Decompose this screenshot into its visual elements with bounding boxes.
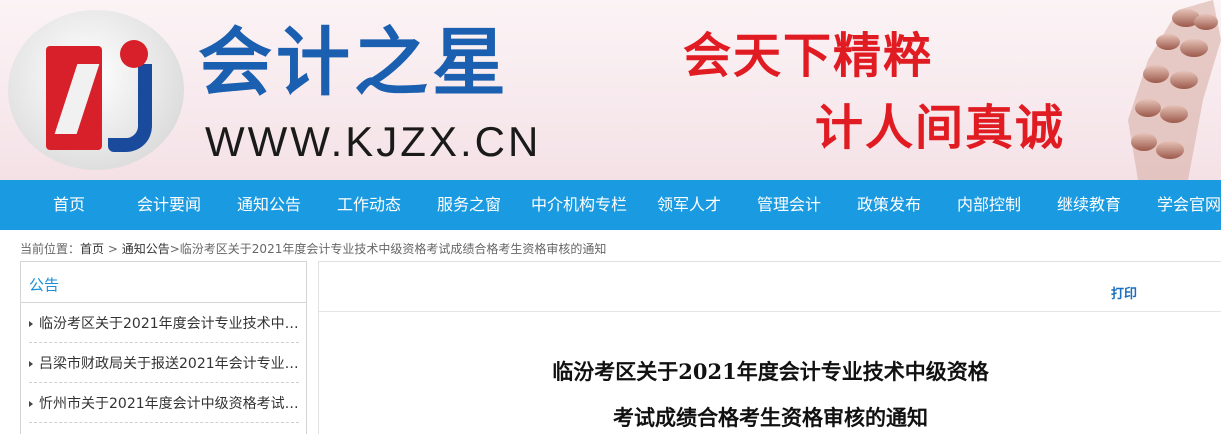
notice-sidebar: 公告 临汾考区关于2021年度会计专业技术中级资格考试成绩合格考生资格审核的通知… (20, 261, 307, 434)
print-button[interactable]: 打印 (1111, 283, 1137, 302)
breadcrumb: 当前位置：首页 > 通知公告>临汾考区关于2021年度会计专业技术中级资格考试成… (20, 240, 606, 257)
nav-item-internal-control[interactable]: 内部控制 (957, 180, 1021, 230)
nav-item-management-accounting[interactable]: 管理会计 (757, 180, 821, 230)
sidebar-item[interactable]: 忻州市关于2021年度会计中级资格考试成绩合格考生资格审核的通知 (29, 394, 301, 434)
site-url: WWW.KJZX.CN (205, 118, 542, 165)
main-nav: 首页 会计要闻 通知公告 工作动态 服务之窗 中介机构专栏 领军人才 管理会计 … (0, 180, 1221, 230)
nav-item-leading-talents[interactable]: 领军人才 (657, 180, 721, 230)
nav-item-service-window[interactable]: 服务之窗 (437, 180, 501, 230)
sidebar-item[interactable]: 吕梁市财政局关于报送2021年会计专业技术中级资格考试合格人员资格审核材料的通知 (29, 354, 301, 394)
article-title-line-2: 考试成绩合格考生资格审核的通知 (613, 405, 928, 430)
site-banner: 会计之星 WWW.KJZX.CN 会天下精粹 计人间真诚 (0, 0, 1221, 180)
bullet-arrow-icon (29, 361, 33, 367)
nav-item-notices[interactable]: 通知公告 (237, 180, 301, 230)
sidebar-divider (29, 342, 299, 343)
sidebar-item-label: 吕梁市财政局关于报送2021年会计专业技术中级资格考试合格人员资格审核材料的通知 (39, 356, 301, 372)
sidebar-title-divider (21, 302, 306, 303)
nav-item-home[interactable]: 首页 (53, 180, 85, 230)
breadcrumb-prefix: 当前位置： (20, 242, 81, 256)
breadcrumb-current: 临汾考区关于2021年度会计专业技术中级资格考试成绩合格考生资格审核的通知 (179, 242, 607, 256)
nav-item-society-site[interactable]: 学会官网 (1157, 180, 1221, 230)
breadcrumb-section-link[interactable]: 通知公告 (122, 242, 170, 256)
sidebar-title: 公告 (29, 276, 60, 294)
sidebar-item-label: 忻州市关于2021年度会计中级资格考试成绩合格考生资格审核的通知 (39, 396, 301, 412)
slogan-line-1: 会天下精粹 (683, 28, 934, 84)
bullet-arrow-icon (29, 401, 33, 407)
nav-item-policy-release[interactable]: 政策发布 (857, 180, 921, 230)
breadcrumb-separator: > (169, 242, 180, 256)
logo-dot-shape (120, 40, 148, 68)
sidebar-divider (29, 382, 299, 383)
bullet-arrow-icon (29, 321, 33, 327)
slogan-line-2: 计人间真诚 (815, 100, 1066, 156)
article-title-line-1: 临汾考区关于2021年度会计专业技术中级资格 (552, 359, 989, 384)
nav-item-agency-column[interactable]: 中介机构专栏 (531, 180, 627, 230)
breadcrumb-separator: > (104, 242, 122, 256)
site-name: 会计之星 (198, 20, 510, 106)
nav-item-continuing-education[interactable]: 继续教育 (1057, 180, 1121, 230)
logo-j-shape (108, 64, 152, 152)
logo-k-shape (46, 46, 102, 150)
nav-item-accounting-news[interactable]: 会计要闻 (137, 180, 201, 230)
breadcrumb-home-link[interactable]: 首页 (80, 242, 104, 256)
sidebar-item-label: 临汾考区关于2021年度会计专业技术中级资格考试成绩合格考生资格审核的通知 (39, 316, 301, 332)
kj-logo-icon[interactable] (8, 10, 184, 170)
article-panel: 打印 临汾考区关于2021年度会计专业技术中级资格 考试成绩合格考生资格审核的通… (318, 261, 1221, 434)
sidebar-item[interactable]: 临汾考区关于2021年度会计专业技术中级资格考试成绩合格考生资格审核的通知 (29, 314, 301, 354)
sidebar-divider (29, 422, 299, 423)
nav-item-work-updates[interactable]: 工作动态 (337, 180, 401, 230)
article-toolbar: 打印 (319, 262, 1221, 312)
abacus-decoration-icon (1128, 0, 1221, 180)
